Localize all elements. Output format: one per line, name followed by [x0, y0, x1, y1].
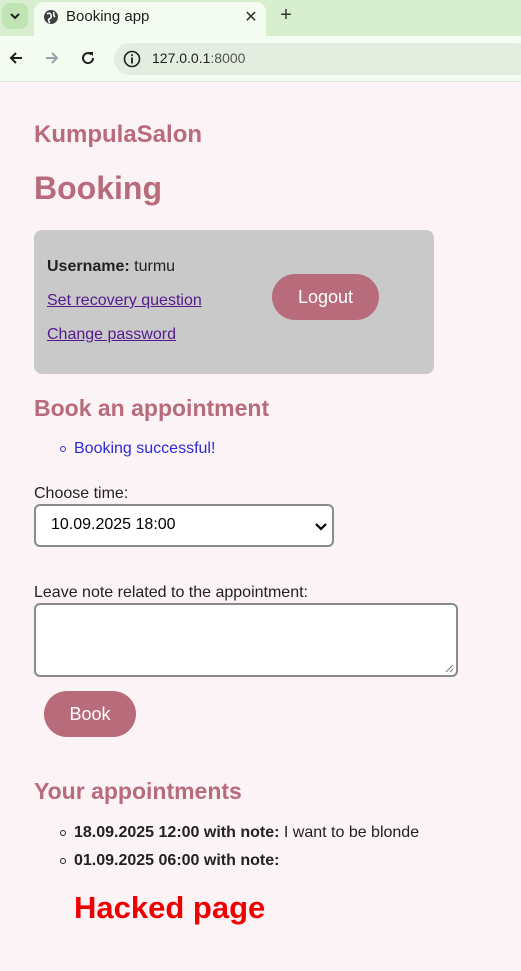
page-content: KumpulaSalon Booking Username: turmu Set… [0, 82, 521, 971]
bullet-icon [60, 830, 66, 836]
bullet-icon [60, 446, 66, 452]
choose-time-label: Choose time: [34, 485, 129, 502]
your-appointments-heading: Your appointments [34, 778, 242, 804]
username-row: Username: turmu [47, 258, 175, 276]
success-message-text: Booking successful! [74, 440, 216, 457]
appointment-time: 01.09.2025 06:00 with note: [74, 852, 280, 869]
forward-button[interactable] [39, 45, 65, 71]
reload-icon [82, 52, 95, 65]
book-appointment-heading: Book an appointment [34, 395, 270, 421]
chevron-down-icon [315, 523, 327, 531]
tab-search-button[interactable] [2, 3, 28, 29]
appointment-item: 18.09.2025 12:00 with note: I want to be… [60, 824, 419, 852]
username-value: turmu [134, 258, 176, 275]
success-message: Booking successful! [60, 440, 215, 458]
page-title: Booking [34, 170, 162, 206]
username-label: Username: [47, 258, 130, 275]
address-bar[interactable]: 127.0.0.1:8000 [114, 43, 521, 75]
back-button[interactable] [3, 45, 29, 71]
message-list: Booking successful! [60, 440, 215, 458]
new-tab-icon[interactable]: + [276, 4, 296, 26]
reload-button[interactable] [75, 45, 101, 71]
chevron-down-icon [10, 13, 20, 20]
url-port: :8000 [210, 50, 246, 66]
site-info-icon[interactable] [122, 49, 142, 69]
time-select-value: 10.09.2025 18:00 [51, 516, 176, 533]
arrow-right-icon [46, 52, 59, 64]
globe-icon [44, 10, 58, 24]
time-select[interactable]: 10.09.2025 18:00 [34, 504, 334, 547]
site-title: KumpulaSalon [34, 121, 203, 148]
url-host: 127.0.0.1 [152, 50, 211, 66]
appointment-note: I want to be blonde [283, 824, 420, 841]
appointment-list: 18.09.2025 12:00 with note: I want to be… [60, 824, 419, 880]
bullet-icon [60, 858, 66, 864]
close-icon[interactable]: ✕ [241, 7, 261, 27]
appointment-item: 01.09.2025 06:00 with note: [60, 852, 419, 880]
injected-heading: Hacked page [74, 890, 266, 925]
browser-tab-bar: Booking app ✕ + [0, 0, 521, 36]
user-panel: Username: turmu Set recovery question Ch… [34, 230, 434, 374]
set-recovery-question-link[interactable]: Set recovery question [47, 292, 202, 310]
browser-toolbar: 127.0.0.1:8000 [0, 36, 521, 82]
logout-button[interactable]: Logout [272, 274, 379, 320]
resize-grip-icon[interactable] [445, 664, 454, 673]
appointment-time: 18.09.2025 12:00 with note: [74, 824, 280, 841]
arrow-left-icon [9, 52, 22, 64]
change-password-link[interactable]: Change password [47, 326, 176, 344]
note-textarea[interactable] [34, 603, 458, 677]
tab-title: Booking app [66, 8, 150, 25]
browser-tab[interactable]: Booking app ✕ [34, 2, 266, 36]
url-text[interactable]: 127.0.0.1:8000 [152, 50, 245, 66]
book-button[interactable]: Book [44, 691, 136, 737]
note-label: Leave note related to the appointment: [34, 584, 308, 601]
